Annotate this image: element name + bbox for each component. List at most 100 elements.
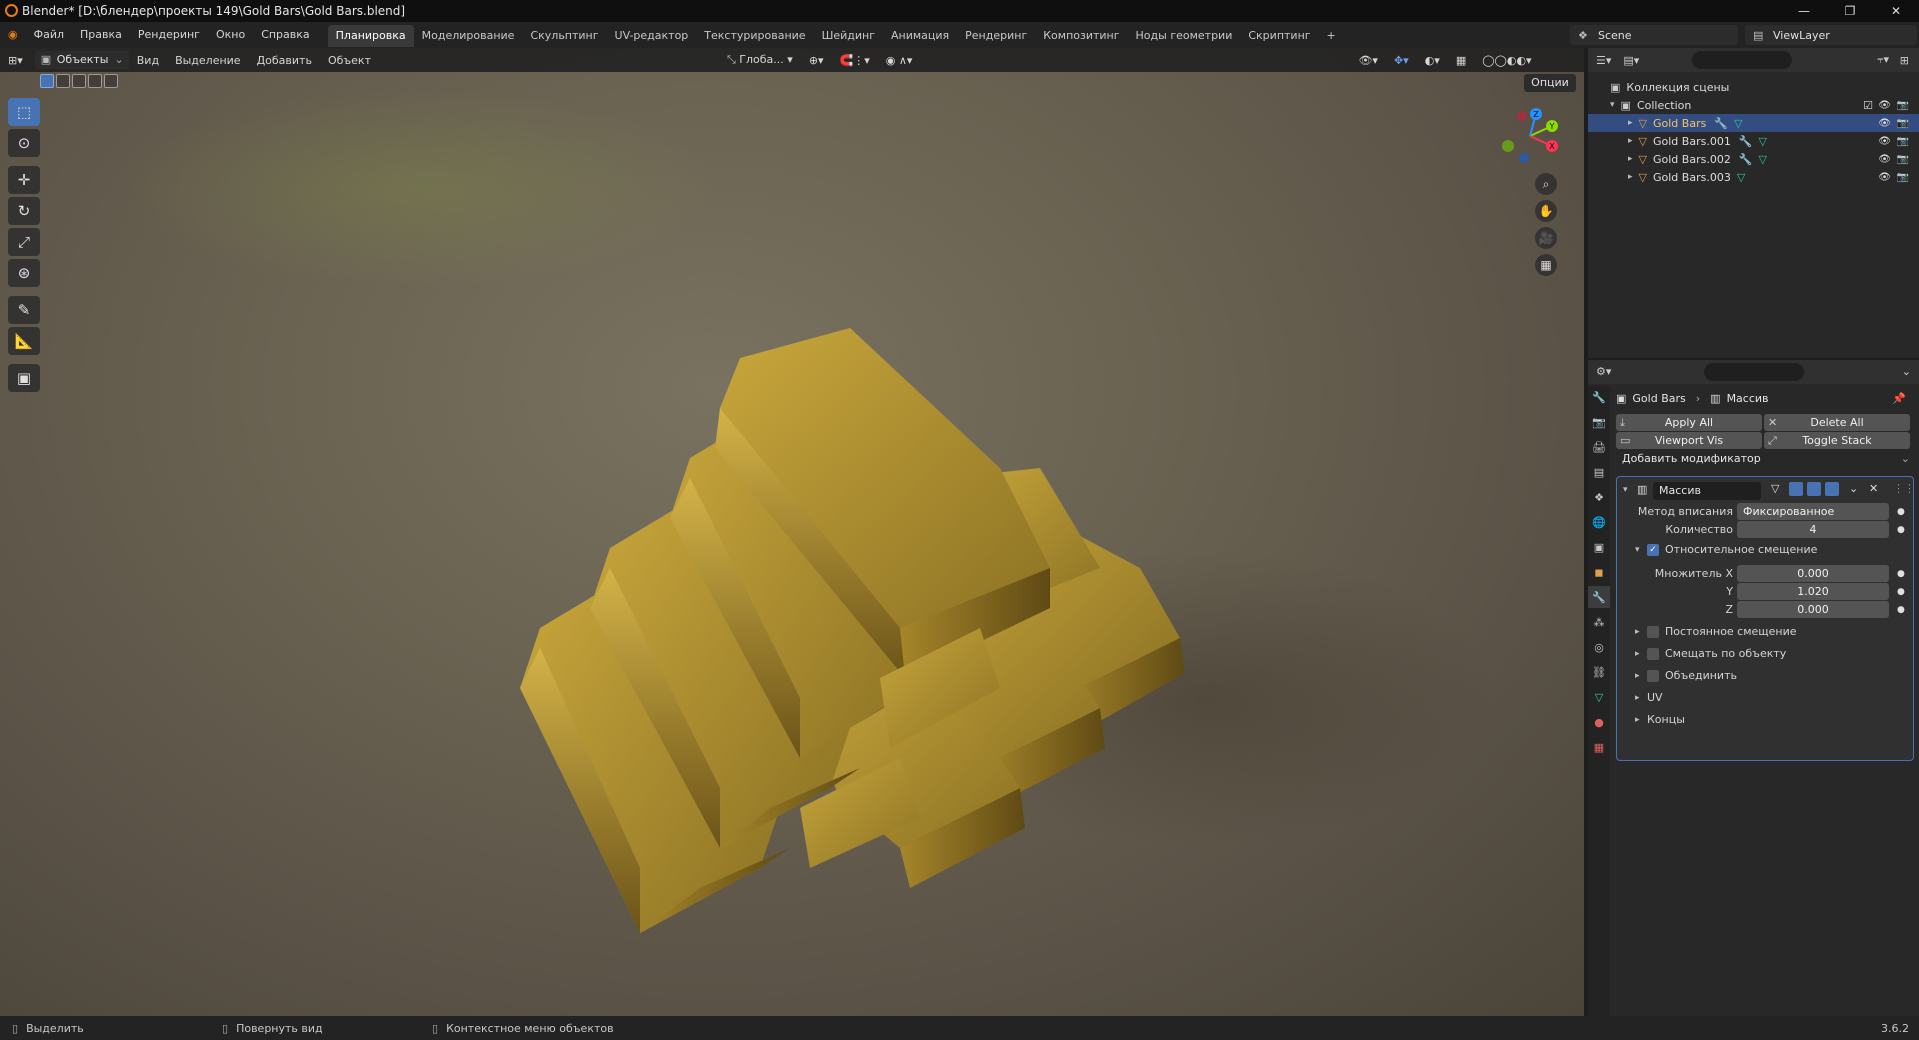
tab-layout[interactable]: Планировка bbox=[327, 25, 414, 47]
close-icon[interactable]: ✕ bbox=[1869, 482, 1878, 495]
menu-select[interactable]: Выделение bbox=[167, 54, 249, 67]
menu-window[interactable]: Окно bbox=[208, 22, 253, 48]
maximize-button[interactable]: ❐ bbox=[1827, 0, 1873, 22]
zoom-icon[interactable]: ⌕ bbox=[1535, 173, 1557, 195]
add-cube-tool-icon[interactable]: ▣ bbox=[8, 364, 40, 392]
rotate-tool-icon[interactable]: ↻ bbox=[8, 197, 40, 225]
modifier-name-field[interactable]: Массив bbox=[1653, 482, 1761, 500]
select-box-tool-icon[interactable]: ⬚ bbox=[8, 98, 40, 126]
expand-arrow-icon[interactable]: ▸ bbox=[1635, 627, 1640, 637]
tab-animation[interactable]: Анимация bbox=[883, 25, 957, 47]
cage-toggle-icon[interactable] bbox=[1789, 482, 1803, 496]
particles-tab-icon[interactable]: ⁂ bbox=[1588, 611, 1610, 633]
data-tab-icon[interactable]: ▽ bbox=[1588, 686, 1610, 708]
eye-icon[interactable]: 👁 bbox=[1878, 172, 1891, 183]
count-field[interactable]: 4 bbox=[1737, 521, 1889, 538]
merge-checkbox[interactable] bbox=[1647, 670, 1659, 682]
measure-tool-icon[interactable]: 📐 bbox=[8, 327, 40, 355]
editor-type-icon[interactable]: ⚙▾ bbox=[1596, 365, 1611, 378]
viewport-toggle-icon[interactable] bbox=[1807, 482, 1821, 496]
toggle-stack-button[interactable]: ⤢ Toggle Stack bbox=[1764, 432, 1910, 449]
camera-view-icon[interactable]: 🎥 bbox=[1535, 227, 1557, 249]
snap-icon[interactable]: 🧲⋮▾ bbox=[832, 54, 878, 67]
mesh-data-icon[interactable]: ▽ bbox=[1734, 117, 1742, 130]
mesh-data-icon[interactable]: ▽ bbox=[1759, 135, 1767, 148]
expand-arrow-icon[interactable]: ▸ bbox=[1628, 154, 1633, 164]
3d-viewport[interactable]: ⊞▾ ▣ Объекты ⌄ Вид Выделение Добавить Об… bbox=[0, 48, 1584, 1016]
new-collection-icon[interactable]: ⊞ bbox=[1900, 54, 1909, 67]
scene-tab-icon[interactable]: ❖ bbox=[1588, 486, 1610, 508]
tab-compositing[interactable]: Композитинг bbox=[1035, 25, 1127, 47]
menu-edit[interactable]: Правка bbox=[72, 22, 130, 48]
factor-z-field[interactable]: 0.000 bbox=[1737, 601, 1889, 618]
mesh-data-icon[interactable]: ▽ bbox=[1759, 153, 1767, 166]
expand-arrow-icon[interactable]: ▸ bbox=[1635, 671, 1640, 681]
close-button[interactable]: ✕ bbox=[1873, 0, 1919, 22]
scene-selector[interactable]: ❖ Scene bbox=[1570, 25, 1738, 45]
keyframe-dot-icon[interactable]: ● bbox=[1897, 605, 1905, 615]
transform-tool-icon[interactable]: ⊛ bbox=[8, 259, 40, 287]
scene-collection-row[interactable]: ▣ Коллекция сцены bbox=[1588, 78, 1919, 96]
camera-icon[interactable]: 📷 bbox=[1897, 136, 1909, 147]
tool-tab-icon[interactable]: 🔧 bbox=[1588, 386, 1610, 408]
object-offset-checkbox[interactable] bbox=[1647, 648, 1659, 660]
edit-mode-toggle-icon[interactable]: ▽ bbox=[1771, 482, 1779, 495]
constraints-tab-icon[interactable]: ⛓ bbox=[1588, 661, 1610, 683]
checkbox-icon[interactable]: ☑ bbox=[1863, 99, 1873, 112]
tab-texture-paint[interactable]: Текстурирование bbox=[696, 25, 813, 47]
camera-icon[interactable]: 📷 bbox=[1897, 154, 1909, 165]
keyframe-dot-icon[interactable]: ● bbox=[1897, 587, 1905, 597]
outliner-item[interactable]: ▸ ▽ Gold Bars.001 🔧 ▽ 👁 📷 bbox=[1588, 132, 1919, 150]
tab-sculpting[interactable]: Скульптинг bbox=[522, 25, 606, 47]
select-extend-icon[interactable] bbox=[56, 74, 70, 88]
world-tab-icon[interactable]: 🌐 bbox=[1588, 511, 1610, 533]
collection-row[interactable]: ▾ ▣ Collection ☑ 👁 📷 bbox=[1588, 96, 1919, 114]
expand-arrow-icon[interactable]: ▾ bbox=[1610, 100, 1615, 110]
gold-bars-render[interactable] bbox=[0, 48, 1584, 1016]
menu-render[interactable]: Рендеринг bbox=[130, 22, 208, 48]
eye-icon[interactable]: 👁 bbox=[1878, 154, 1891, 165]
options-dropdown[interactable]: Опции bbox=[1524, 74, 1576, 92]
filter-icon[interactable]: ⫧▾ bbox=[1877, 53, 1889, 67]
select-subtract-icon[interactable] bbox=[72, 74, 86, 88]
shading-modes-icon[interactable]: ◯◯◐◐▾ bbox=[1474, 54, 1539, 67]
menu-file[interactable]: Файл bbox=[26, 22, 72, 48]
expand-arrow-icon[interactable]: ▸ bbox=[1635, 715, 1640, 725]
outliner-item[interactable]: ▸ ▽ Gold Bars.003 ▽ 👁 📷 bbox=[1588, 168, 1919, 186]
view-layer-selector[interactable]: ▤ ViewLayer bbox=[1745, 25, 1917, 45]
render-toggle-icon[interactable] bbox=[1825, 482, 1839, 496]
cursor-tool-icon[interactable]: ⊙ bbox=[8, 129, 40, 157]
expand-arrow-icon[interactable]: ▸ bbox=[1635, 649, 1640, 659]
display-mode-icon[interactable]: ▤▾ bbox=[1623, 54, 1639, 67]
expand-arrow-icon[interactable]: ▸ bbox=[1628, 118, 1633, 128]
transform-orientation-dropdown[interactable]: ⤡ Глоба... ▾ bbox=[719, 53, 801, 67]
keyframe-dot-icon[interactable]: ● bbox=[1897, 507, 1905, 517]
tab-shading[interactable]: Шейдинг bbox=[814, 25, 883, 47]
menu-object[interactable]: Объект bbox=[320, 54, 379, 67]
outliner-item[interactable]: ▸ ▽ Gold Bars.002 🔧 ▽ 👁 📷 bbox=[1588, 150, 1919, 168]
uv-section-label[interactable]: UV bbox=[1647, 691, 1663, 704]
menu-add[interactable]: Добавить bbox=[249, 54, 320, 67]
chevron-down-icon[interactable]: ⌄ bbox=[1902, 365, 1911, 378]
tab-rendering[interactable]: Рендеринг bbox=[957, 25, 1035, 47]
constant-offset-checkbox[interactable] bbox=[1647, 626, 1659, 638]
physics-tab-icon[interactable]: ◎ bbox=[1588, 636, 1610, 658]
mesh-data-icon[interactable]: ▽ bbox=[1737, 171, 1745, 184]
material-tab-icon[interactable]: ● bbox=[1588, 711, 1610, 733]
add-workspace-button[interactable]: + bbox=[1319, 25, 1344, 47]
minimize-button[interactable]: — bbox=[1781, 0, 1827, 22]
modifier-wrench-icon[interactable]: 🔧 bbox=[1714, 117, 1728, 130]
camera-icon[interactable]: 📷 bbox=[1897, 172, 1909, 183]
eye-icon[interactable]: 👁 bbox=[1878, 118, 1891, 129]
factor-y-field[interactable]: 1.020 bbox=[1737, 583, 1889, 600]
annotate-tool-icon[interactable]: ✎ bbox=[8, 296, 40, 324]
perspective-grid-icon[interactable]: ▦ bbox=[1535, 254, 1557, 276]
properties-search-input[interactable] bbox=[1704, 363, 1804, 381]
output-tab-icon[interactable]: 🖨 bbox=[1588, 436, 1610, 458]
gizmo-toggle-icon[interactable]: ✥▾ bbox=[1386, 54, 1417, 67]
delete-all-button[interactable]: ✕ Delete All bbox=[1764, 414, 1910, 431]
eye-icon[interactable]: 👁 bbox=[1878, 136, 1891, 147]
keyframe-dot-icon[interactable]: ● bbox=[1897, 525, 1905, 535]
apply-all-button[interactable]: ⤓ Apply All bbox=[1616, 414, 1762, 431]
interaction-mode-dropdown[interactable]: ▣ Объекты ⌄ bbox=[34, 51, 129, 69]
